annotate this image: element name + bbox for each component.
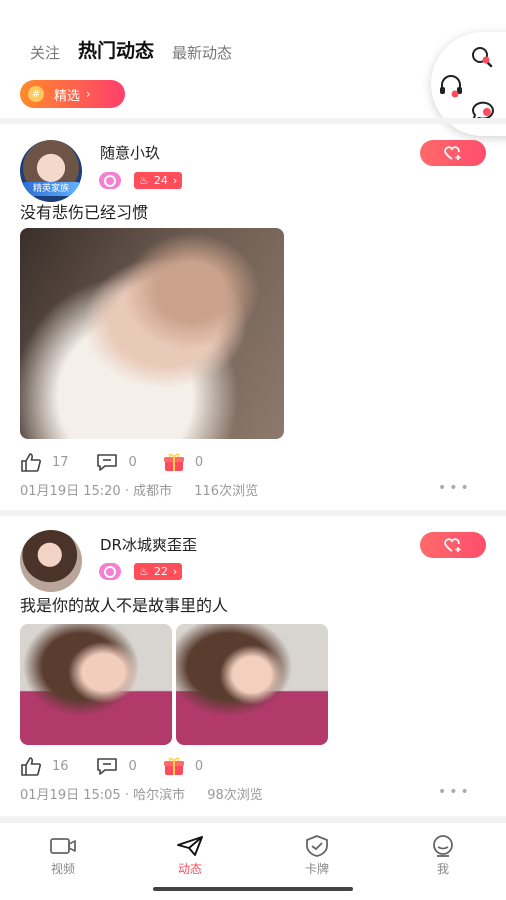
gender-badge — [99, 563, 121, 580]
top-header: 关注 热门动态 最新动态 # 精选 › — [0, 0, 506, 120]
nav-label: 视频 — [50, 862, 75, 876]
headset-icon[interactable] — [437, 72, 465, 104]
nav-label: 我 — [436, 862, 449, 876]
chevron-right-icon: › — [172, 174, 178, 187]
like-count: 16 — [52, 758, 69, 774]
comment-count: 0 — [128, 454, 137, 470]
profile-icon — [433, 835, 453, 857]
comment-icon — [96, 758, 117, 775]
thumbs-up-icon — [21, 453, 41, 472]
thumbs-up-icon — [21, 757, 41, 776]
like-button[interactable]: 17 — [20, 452, 69, 472]
tab-following[interactable]: 关注 — [30, 42, 60, 63]
comment-count: 0 — [128, 758, 137, 774]
comment-icon — [96, 454, 117, 471]
post-location: 成都市 — [133, 484, 173, 499]
level-badge: ♨ 22 › — [134, 563, 183, 580]
post-card[interactable]: 精英家族 随意小玖 ♨ 24 › 没有悲伤已经习惯 17 0 0 01月19日 … — [0, 124, 506, 510]
post-date: 01月19日 15:20 — [20, 484, 121, 499]
heart-plus-icon — [444, 538, 461, 552]
family-badge: 精英家族 — [22, 182, 80, 196]
gift-count: 0 — [194, 758, 204, 774]
username[interactable]: DR冰城爽歪歪 — [100, 534, 197, 555]
username[interactable]: 随意小玖 — [100, 142, 160, 163]
post-card[interactable]: DR冰城爽歪歪 ♨ 22 › 我是你的故人不是故事里的人 16 0 0 01月1… — [0, 516, 506, 818]
post-photo[interactable] — [20, 624, 172, 745]
avatar[interactable] — [20, 530, 82, 592]
paper-plane-icon — [177, 836, 203, 856]
nav-label: 动态 — [177, 862, 202, 876]
tab-hot[interactable]: 热门动态 — [74, 36, 159, 66]
search-icon[interactable] — [469, 44, 495, 74]
chevron-right-icon: › — [86, 87, 91, 101]
post-actions: 16 0 0 — [20, 756, 229, 776]
gift-count: 0 — [194, 454, 204, 470]
level-value: 24 — [153, 174, 168, 187]
nav-moments[interactable]: 动态 — [160, 835, 220, 877]
gift-icon — [163, 453, 184, 471]
meta-separator: · — [124, 788, 129, 803]
like-button[interactable]: 16 — [20, 756, 69, 776]
gift-icon — [163, 757, 184, 775]
flame-icon: ♨ — [139, 565, 149, 578]
post-text: 没有悲伤已经习惯 — [20, 203, 149, 222]
shield-check-icon — [306, 835, 328, 857]
tab-latest[interactable]: 最新动态 — [172, 42, 232, 63]
nav-label: 卡牌 — [304, 862, 329, 876]
hashtag-icon: # — [28, 86, 44, 102]
meta-separator: · — [124, 484, 129, 499]
feed-tabs: 关注 热门动态 最新动态 — [30, 36, 232, 66]
comment-button[interactable]: 0 — [95, 452, 137, 472]
post-meta: 01月19日 15:20 · 成都市 116次浏览 — [20, 480, 258, 499]
more-options-button[interactable]: ••• — [438, 784, 472, 800]
chevron-right-icon: › — [172, 565, 178, 578]
post-date: 01月19日 15:05 — [20, 788, 121, 803]
more-options-button[interactable]: ••• — [438, 480, 472, 496]
flame-icon: ♨ — [139, 174, 149, 187]
gift-button[interactable]: 0 — [163, 756, 203, 776]
avatar[interactable]: 精英家族 — [20, 140, 82, 202]
post-photo[interactable] — [176, 624, 328, 745]
nav-cards[interactable]: 卡牌 — [287, 835, 347, 877]
heart-plus-icon — [444, 146, 461, 160]
gift-button[interactable]: 0 — [163, 452, 203, 472]
post-location: 哈尔滨市 — [133, 788, 186, 803]
featured-button[interactable]: # 精选 › — [20, 80, 125, 108]
view-count: 98次浏览 — [207, 788, 263, 803]
follow-button[interactable] — [420, 140, 486, 166]
level-badge: ♨ 24 › — [134, 172, 183, 189]
post-meta: 01月19日 15:05 · 哈尔滨市 98次浏览 — [20, 784, 263, 803]
gender-badge — [99, 172, 121, 189]
post-actions: 17 0 0 — [20, 452, 229, 472]
view-count: 116次浏览 — [194, 484, 259, 499]
featured-label: 精选 — [54, 88, 81, 104]
post-text: 我是你的故人不是故事里的人 — [20, 596, 229, 615]
home-indicator[interactable] — [153, 887, 353, 891]
nav-me[interactable]: 我 — [413, 835, 473, 877]
follow-button[interactable] — [420, 532, 486, 558]
post-photo[interactable] — [20, 228, 284, 439]
level-value: 22 — [153, 565, 168, 578]
nav-video[interactable]: 视频 — [33, 835, 93, 877]
like-count: 17 — [52, 454, 69, 470]
video-icon — [50, 838, 76, 854]
comment-button[interactable]: 0 — [95, 756, 137, 776]
